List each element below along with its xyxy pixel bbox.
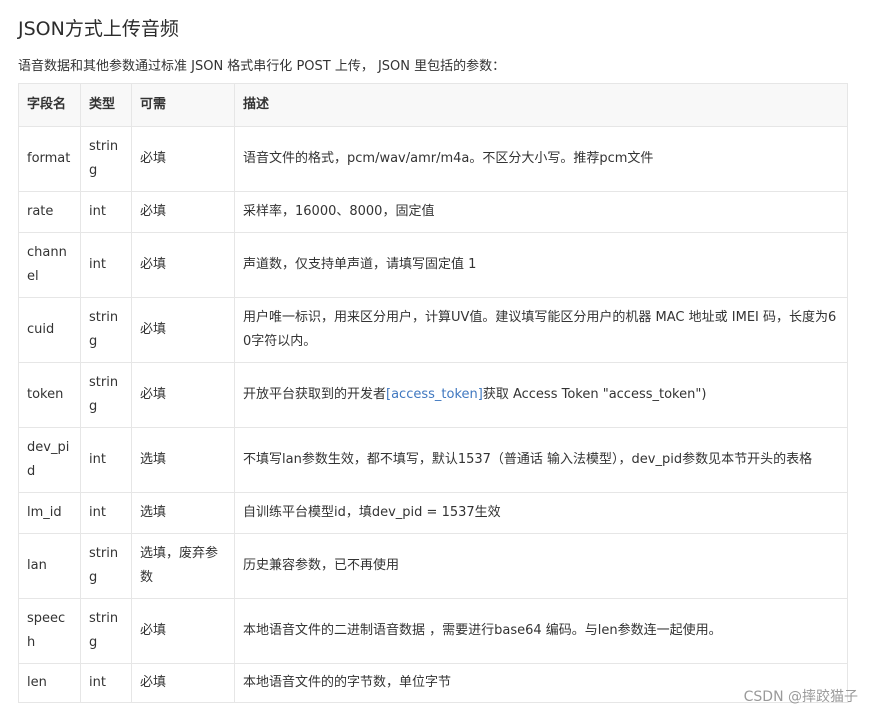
cell-description: 语音文件的格式，pcm/wav/amr/m4a。不区分大小写。推荐pcm文件 [234,126,848,192]
table-row: cuid string 必填 用户唯一标识，用来区分用户，计算UV值。建议填写能… [18,297,848,363]
table-row: token string 必填 开放平台获取到的开发者[access_token… [18,362,848,428]
table-row: dev_pid int 选填 不填写lan参数生效，都不填写，默认1537（普通… [18,427,848,493]
cell-required: 必填 [131,232,235,298]
cell-type: int [80,191,132,233]
table-row: lm_id int 选填 自训练平台模型id，填dev_pid = 1537生效 [18,492,848,534]
cell-field-name: cuid [18,297,81,363]
table-row: lan string 选填，废弃参数 历史兼容参数，已不再使用 [18,533,848,599]
cell-type: string [80,533,132,599]
cell-type: int [80,232,132,298]
cell-field-name: speech [18,598,81,664]
cell-description: 用户唯一标识，用来区分用户，计算UV值。建议填写能区分用户的机器 MAC 地址或… [234,297,848,363]
cell-field-name: format [18,126,81,192]
section-title: JSON方式上传音频 [18,18,179,40]
cell-required: 必填 [131,126,235,192]
table-row: channel int 必填 声道数，仅支持单声道，请填写固定值 1 [18,232,848,298]
cell-required: 选填 [131,427,235,493]
cell-description: 历史兼容参数，已不再使用 [234,533,848,599]
cell-required: 必填 [131,663,235,703]
cell-field-name: token [18,362,81,428]
cell-description: 声道数，仅支持单声道，请填写固定值 1 [234,232,848,298]
parameters-table: 字段名 类型 可需 描述 format string 必填 语音文件的格式，pc… [18,83,848,703]
header-required: 可需 [131,83,235,127]
cell-type: int [80,427,132,493]
cell-field-name: channel [18,232,81,298]
table-row: format string 必填 语音文件的格式，pcm/wav/amr/m4a… [18,126,848,192]
header-description: 描述 [234,83,848,127]
cell-description: 不填写lan参数生效，都不填写，默认1537（普通话 输入法模型），dev_pi… [234,427,848,493]
cell-type: string [80,598,132,664]
header-field-name: 字段名 [18,83,81,127]
cell-type: int [80,663,132,703]
table-row: speech string 必填 本地语音文件的二进制语音数据 ，需要进行bas… [18,598,848,664]
description-text: 开放平台获取到的开发者 [243,387,387,402]
cell-required: 选填，废弃参数 [131,533,235,599]
cell-description: 采样率，16000、8000，固定值 [234,191,848,233]
description-text: 获取 Access Token "access_token") [482,387,707,402]
cell-required: 必填 [131,297,235,363]
table-header-row: 字段名 类型 可需 描述 [18,83,848,127]
cell-field-name: len [18,663,81,703]
cell-required: 必填 [131,598,235,664]
intro-paragraph: 语音数据和其他参数通过标准 JSON 格式串行化 POST 上传， JSON 里… [18,59,506,74]
header-type: 类型 [80,83,132,127]
cell-type: string [80,297,132,363]
cell-field-name: lm_id [18,492,81,534]
cell-type: string [80,126,132,192]
cell-type: string [80,362,132,428]
cell-description: 自训练平台模型id，填dev_pid = 1537生效 [234,492,848,534]
cell-description: 开放平台获取到的开发者[access_token]获取 Access Token… [234,362,848,428]
table-row: rate int 必填 采样率，16000、8000，固定值 [18,191,848,233]
access-token-link[interactable]: [access_token] [386,387,483,402]
cell-field-name: lan [18,533,81,599]
cell-type: int [80,492,132,534]
cell-description: 本地语音文件的二进制语音数据 ，需要进行base64 编码。与len参数连一起使… [234,598,848,664]
cell-required: 选填 [131,492,235,534]
cell-required: 必填 [131,191,235,233]
cell-required: 必填 [131,362,235,428]
table-row: len int 必填 本地语音文件的的字节数，单位字节 [18,663,848,703]
cell-field-name: rate [18,191,81,233]
watermark: CSDN @摔跤猫子 [743,689,858,705]
cell-field-name: dev_pid [18,427,81,493]
